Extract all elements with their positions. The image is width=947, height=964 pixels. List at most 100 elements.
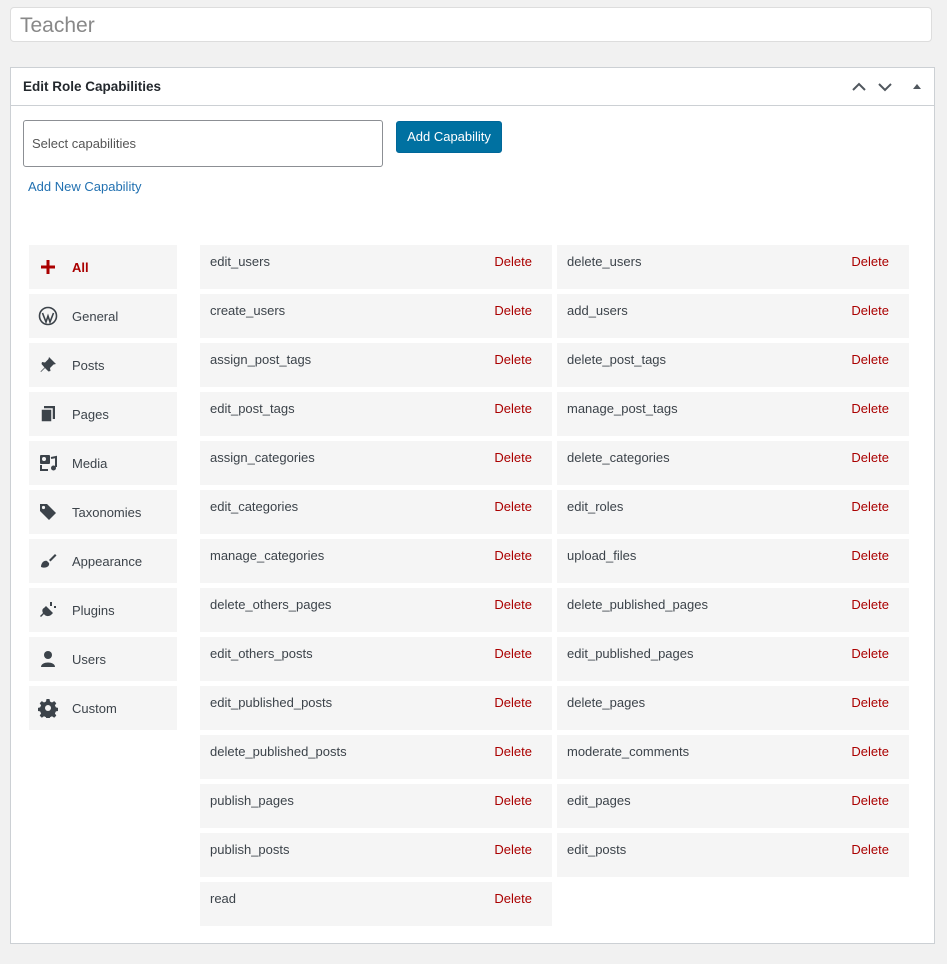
delete-capability-link[interactable]: Delete <box>851 303 889 318</box>
postbox-header: Edit Role Capabilities <box>11 68 934 106</box>
capability-name: upload_files <box>567 548 637 563</box>
category-label: Posts <box>72 358 105 373</box>
capability-row: edit_posts Delete <box>557 833 909 877</box>
category-item-general[interactable]: General <box>29 294 177 338</box>
delete-capability-link[interactable]: Delete <box>851 548 889 563</box>
delete-capability-link[interactable]: Delete <box>851 450 889 465</box>
toggle-panel-button[interactable] <box>908 78 926 96</box>
capability-row: edit_post_tags Delete <box>200 392 552 436</box>
user-icon <box>38 649 58 669</box>
add-capability-button[interactable]: Add Capability <box>396 121 502 153</box>
capability-row: edit_users Delete <box>200 245 552 289</box>
delete-capability-link[interactable]: Delete <box>494 744 532 759</box>
category-item-pages[interactable]: Pages <box>29 392 177 436</box>
capability-row: assign_categories Delete <box>200 441 552 485</box>
capability-row: delete_published_pages Delete <box>557 588 909 632</box>
pages-icon <box>38 404 58 424</box>
role-title-input[interactable]: Teacher <box>10 7 932 42</box>
move-down-button[interactable] <box>876 78 894 96</box>
capability-row: upload_files Delete <box>557 539 909 583</box>
delete-capability-link[interactable]: Delete <box>851 254 889 269</box>
plus-icon <box>38 257 58 277</box>
capability-row: delete_post_tags Delete <box>557 343 909 387</box>
category-label: Users <box>72 652 106 667</box>
category-item-all[interactable]: All <box>29 245 177 289</box>
delete-capability-link[interactable]: Delete <box>494 352 532 367</box>
capability-name: create_users <box>210 303 286 318</box>
category-item-posts[interactable]: Posts <box>29 343 177 387</box>
delete-capability-link[interactable]: Delete <box>494 793 532 808</box>
wordpress-icon <box>38 306 58 326</box>
select-capabilities-input[interactable]: Select capabilities <box>23 120 383 167</box>
delete-capability-link[interactable]: Delete <box>494 695 532 710</box>
category-item-custom[interactable]: Custom <box>29 686 177 730</box>
capability-name: moderate_comments <box>567 744 690 759</box>
delete-capability-link[interactable]: Delete <box>494 303 532 318</box>
delete-capability-link[interactable]: Delete <box>851 401 889 416</box>
capability-row: read Delete <box>200 882 552 926</box>
capability-name: read <box>210 891 237 906</box>
edit-role-capabilities-box: Edit Role Capabilities Select capabiliti… <box>10 67 935 944</box>
paintbrush-icon <box>38 551 58 571</box>
capability-name: add_users <box>567 303 628 318</box>
capability-name: delete_published_pages <box>567 597 708 612</box>
category-label: All <box>72 260 89 275</box>
capability-name: delete_categories <box>567 450 670 465</box>
chevron-up-icon <box>852 82 866 91</box>
tag-icon <box>38 502 58 522</box>
delete-capability-link[interactable]: Delete <box>494 891 532 906</box>
category-label: Pages <box>72 407 109 422</box>
delete-capability-link[interactable]: Delete <box>851 597 889 612</box>
category-item-users[interactable]: Users <box>29 637 177 681</box>
delete-capability-link[interactable]: Delete <box>494 548 532 563</box>
delete-capability-link[interactable]: Delete <box>851 744 889 759</box>
capability-row: publish_posts Delete <box>200 833 552 877</box>
capability-name: edit_posts <box>567 842 627 857</box>
category-item-taxonomies[interactable]: Taxonomies <box>29 490 177 534</box>
delete-capability-link[interactable]: Delete <box>494 597 532 612</box>
delete-capability-link[interactable]: Delete <box>851 842 889 857</box>
capability-row: delete_users Delete <box>557 245 909 289</box>
media-icon <box>38 453 58 473</box>
capability-name: edit_post_tags <box>210 401 295 416</box>
plug-icon <box>38 600 58 620</box>
delete-capability-link[interactable]: Delete <box>851 695 889 710</box>
category-label: Appearance <box>72 554 143 569</box>
capability-row: manage_categories Delete <box>200 539 552 583</box>
delete-capability-link[interactable]: Delete <box>494 401 532 416</box>
delete-capability-link[interactable]: Delete <box>851 646 889 661</box>
category-item-media[interactable]: Media <box>29 441 177 485</box>
delete-capability-link[interactable]: Delete <box>494 646 532 661</box>
capability-row: add_users Delete <box>557 294 909 338</box>
capability-name: edit_users <box>210 254 270 269</box>
delete-capability-link[interactable]: Delete <box>494 842 532 857</box>
capability-row: edit_pages Delete <box>557 784 909 828</box>
category-label: Media <box>72 456 108 471</box>
category-label: Taxonomies <box>72 505 142 520</box>
delete-capability-link[interactable]: Delete <box>851 793 889 808</box>
capability-name: publish_posts <box>210 842 290 857</box>
delete-capability-link[interactable]: Delete <box>494 499 532 514</box>
capability-name: assign_post_tags <box>210 352 312 367</box>
category-label: Plugins <box>72 603 115 618</box>
capability-name: edit_published_posts <box>210 695 333 710</box>
capability-name: delete_published_posts <box>210 744 347 759</box>
capability-name: edit_categories <box>210 499 299 514</box>
delete-capability-link[interactable]: Delete <box>851 499 889 514</box>
capability-name: edit_pages <box>567 793 631 808</box>
delete-capability-link[interactable]: Delete <box>851 352 889 367</box>
gear-icon <box>38 698 58 718</box>
add-new-capability-link[interactable]: Add New Capability <box>28 179 141 194</box>
capability-name: publish_pages <box>210 793 294 808</box>
move-up-button[interactable] <box>850 78 868 96</box>
capability-name: assign_categories <box>210 450 315 465</box>
capability-name: manage_post_tags <box>567 401 678 416</box>
capability-row: publish_pages Delete <box>200 784 552 828</box>
category-item-plugins[interactable]: Plugins <box>29 588 177 632</box>
pushpin-icon <box>38 355 58 375</box>
capability-name: delete_pages <box>567 695 646 710</box>
category-item-appearance[interactable]: Appearance <box>29 539 177 583</box>
delete-capability-link[interactable]: Delete <box>494 450 532 465</box>
capability-row: delete_categories Delete <box>557 441 909 485</box>
delete-capability-link[interactable]: Delete <box>494 254 532 269</box>
